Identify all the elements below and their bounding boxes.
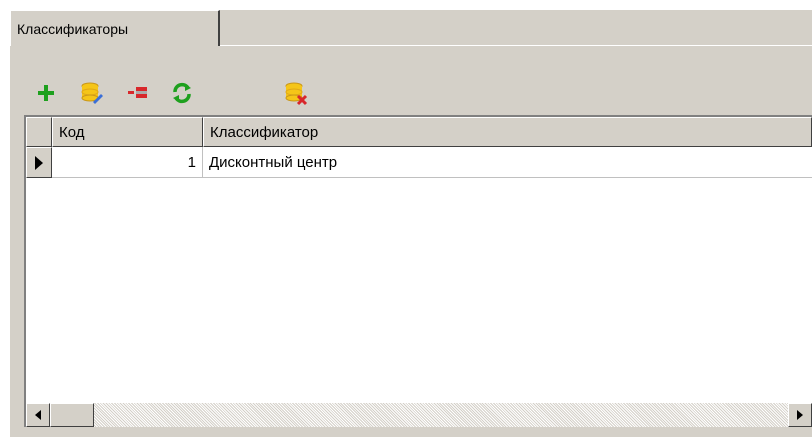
cell-code-value: 1 <box>187 153 196 171</box>
tab-strip-line <box>220 45 812 46</box>
column-header-code-label: Код <box>59 123 85 141</box>
column-header-classifier[interactable]: Классификатор <box>203 117 812 147</box>
arrow-right-icon <box>797 410 803 420</box>
delete-row-button[interactable] <box>124 78 152 108</box>
add-button[interactable] <box>32 78 60 108</box>
tab-label: Классификаторы <box>17 20 129 37</box>
classifiers-grid[interactable]: Код Классификатор 1 Дисконтный центр <box>24 115 812 427</box>
current-row-arrow-icon <box>35 155 43 170</box>
horizontal-scrollbar[interactable] <box>26 403 812 427</box>
database-delete-icon <box>285 82 308 106</box>
toolbar <box>36 78 336 108</box>
scroll-thumb[interactable] <box>50 403 94 427</box>
row-indicator[interactable] <box>26 147 52 178</box>
edit-button[interactable] <box>78 78 106 108</box>
scroll-right-button[interactable] <box>788 403 812 427</box>
refresh-button[interactable] <box>168 78 196 108</box>
column-header-code[interactable]: Код <box>52 117 203 147</box>
tab-classifiers[interactable]: Классификаторы <box>10 10 220 46</box>
delete-row-icon <box>128 87 147 98</box>
plus-icon <box>38 85 54 101</box>
refresh-icon <box>173 82 191 104</box>
table-cell-classifier[interactable]: Дисконтный центр <box>203 147 812 178</box>
table-cell-code[interactable]: 1 <box>52 147 203 178</box>
scroll-left-button[interactable] <box>26 403 50 427</box>
cell-classifier-value: Дисконтный центр <box>209 153 338 171</box>
column-header-classifier-label: Классификатор <box>210 123 319 141</box>
remove-database-button[interactable] <box>282 78 310 108</box>
header-corner <box>26 117 52 147</box>
arrow-left-icon <box>35 410 41 420</box>
database-edit-icon <box>81 82 103 104</box>
